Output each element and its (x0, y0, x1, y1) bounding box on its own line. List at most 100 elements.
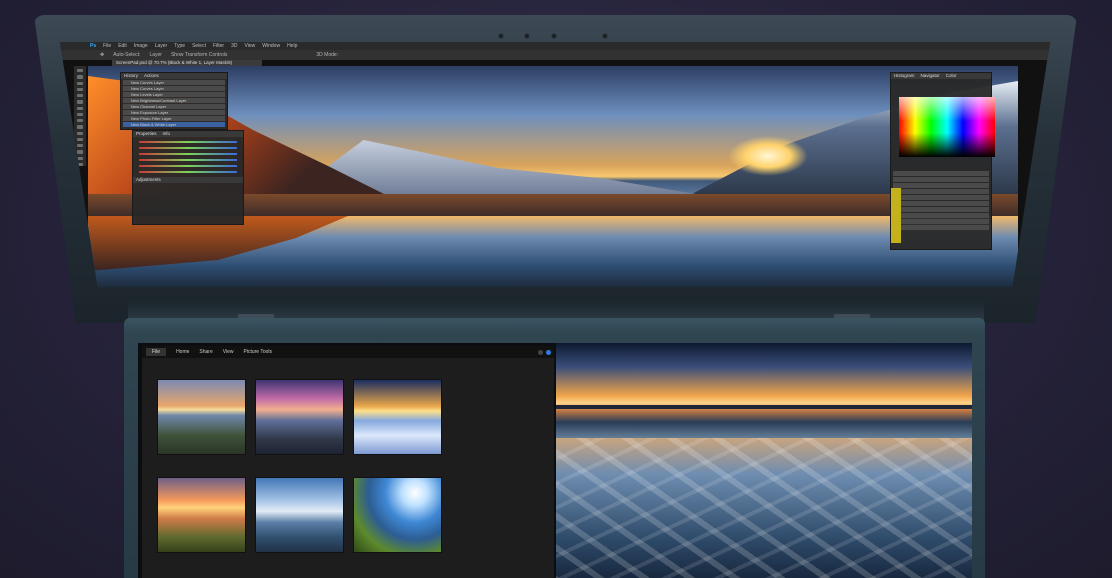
layer-row[interactable] (893, 207, 989, 212)
pen-tool-icon[interactable] (77, 144, 83, 148)
tab-color[interactable]: Color (946, 73, 957, 79)
eraser-tool-icon[interactable] (77, 131, 83, 135)
ps-menu-bar: Ps File Edit Image Layer Type Select Fil… (60, 42, 1050, 50)
horizon-landmass (556, 405, 972, 409)
quick-select-tool-icon[interactable] (77, 87, 83, 91)
layer-row[interactable] (893, 219, 989, 224)
help-icon[interactable] (546, 349, 551, 355)
history-panel: History Actions New Curves Layer New Cur… (120, 72, 228, 130)
right-panel-dock: Histogram Navigator Color (890, 72, 995, 250)
sensor-icon (551, 33, 557, 39)
layer-row[interactable] (893, 225, 989, 230)
ribbon-file-tab[interactable]: File (146, 348, 167, 356)
ribbon-tab-view[interactable]: View (223, 349, 234, 355)
channel-slider[interactable] (139, 171, 237, 173)
right-panel-tabs: Histogram Navigator Color (891, 73, 991, 79)
marquee-tool-icon[interactable] (77, 75, 83, 79)
color-picker-field[interactable] (899, 97, 995, 157)
tab-histogram[interactable]: Histogram (894, 73, 915, 79)
crop-tool-icon[interactable] (77, 94, 83, 98)
layer-row[interactable] (893, 201, 989, 206)
history-item[interactable]: New Photo Filter Layer (123, 116, 225, 121)
main-display: Ps File Edit Image Layer Type Select Fil… (60, 42, 1050, 287)
history-item[interactable]: New Exposure Layer (123, 110, 225, 115)
menu-type[interactable]: Type (174, 43, 185, 49)
menu-view[interactable]: View (245, 43, 256, 49)
properties-panel-tabs: Properties Info (133, 131, 243, 137)
product-scene: Ps File Edit Image Layer Type Select Fil… (0, 0, 1112, 578)
chevron-down-icon[interactable] (538, 349, 543, 355)
ribbon-tab-home[interactable]: Home (176, 349, 189, 355)
layer-row[interactable] (893, 171, 989, 176)
stamp-tool-icon[interactable] (77, 119, 83, 123)
history-item[interactable]: New Brightness/Contrast Layer (123, 98, 225, 103)
move-tool-icon[interactable] (77, 69, 83, 73)
history-item[interactable]: New Curves Layer (123, 86, 225, 91)
eyedropper-tool-icon[interactable] (77, 100, 83, 104)
tab-actions[interactable]: Actions (144, 73, 159, 79)
photo-thumbnail[interactable] (255, 379, 344, 455)
tab-history[interactable]: History (124, 73, 138, 79)
ps-logo-icon: Ps (90, 43, 97, 49)
move-tool-icon[interactable]: ✥ (100, 52, 104, 58)
channel-slider[interactable] (139, 153, 237, 155)
channel-slider[interactable] (139, 165, 237, 167)
layer-row[interactable] (893, 195, 989, 200)
type-tool-icon[interactable] (77, 150, 83, 154)
explorer-ribbon: File Home Share View Picture Tools (142, 346, 554, 358)
channel-slider[interactable] (139, 147, 237, 149)
history-item[interactable]: New Curves Layer (123, 80, 225, 85)
channel-slider[interactable] (139, 159, 237, 161)
tab-info[interactable]: Info (163, 131, 171, 137)
photo-thumbnail[interactable] (353, 477, 442, 553)
photo-thumbnail[interactable] (353, 379, 442, 455)
channel-slider[interactable] (139, 141, 237, 143)
ribbon-controls (538, 349, 554, 355)
layer-row[interactable] (893, 213, 989, 218)
layer-row[interactable] (893, 183, 989, 188)
healing-tool-icon[interactable] (77, 106, 83, 110)
lasso-tool-icon[interactable] (77, 81, 83, 85)
menu-edit[interactable]: Edit (118, 43, 127, 49)
gradient-tool-icon[interactable] (77, 137, 83, 141)
history-item[interactable]: New Channel Layer (123, 104, 225, 109)
sensor-icon (524, 33, 530, 39)
frozen-lake-ice (556, 438, 972, 578)
photo-viewer[interactable] (556, 343, 972, 578)
auto-select-option[interactable]: Auto-Select: (113, 52, 140, 58)
history-brush-tool-icon[interactable] (77, 125, 83, 129)
history-item[interactable]: New Levels Layer (123, 92, 225, 97)
menu-file[interactable]: File (103, 43, 111, 49)
brush-tool-icon[interactable] (77, 112, 83, 116)
thumbnail-grid (157, 379, 442, 553)
layer-row[interactable] (893, 189, 989, 194)
menu-help[interactable]: Help (287, 43, 297, 49)
mode-3d-label: 3D Mode: (316, 52, 339, 58)
history-item-selected[interactable]: New Black & White Layer (123, 122, 225, 127)
menu-layer[interactable]: Layer (155, 43, 168, 49)
layer-row[interactable] (893, 177, 989, 182)
menu-window[interactable]: Window (262, 43, 280, 49)
menu-filter[interactable]: Filter (213, 43, 224, 49)
layer-dropdown[interactable]: Layer (149, 52, 162, 58)
menu-select[interactable]: Select (192, 43, 206, 49)
photo-thumbnail[interactable] (157, 477, 246, 553)
photo-thumbnail[interactable] (157, 379, 246, 455)
ribbon-tab-picture-tools[interactable]: Picture Tools (244, 349, 273, 355)
menu-3d[interactable]: 3D (231, 43, 237, 49)
ribbon-tab-share[interactable]: Share (199, 349, 212, 355)
sun-glow (728, 136, 808, 176)
webcam-icon (498, 33, 504, 39)
menu-image[interactable]: Image (134, 43, 148, 49)
adjustments-header: Adjustments (133, 177, 243, 183)
history-panel-tabs: History Actions (121, 73, 227, 79)
properties-panel: Properties Info Adjustments (132, 130, 244, 225)
photo-thumbnail[interactable] (255, 477, 344, 553)
tab-properties[interactable]: Properties (136, 131, 157, 137)
sensor-icon (602, 33, 608, 39)
adjustments-label: Adjustments (136, 177, 161, 182)
tab-navigator[interactable]: Navigator (921, 73, 940, 79)
ps-options-bar: ✥ Auto-Select: Layer Show Transform Cont… (60, 50, 1050, 60)
transform-controls-option[interactable]: Show Transform Controls (171, 52, 227, 58)
secondary-display: File Home Share View Picture Tools (138, 343, 972, 578)
